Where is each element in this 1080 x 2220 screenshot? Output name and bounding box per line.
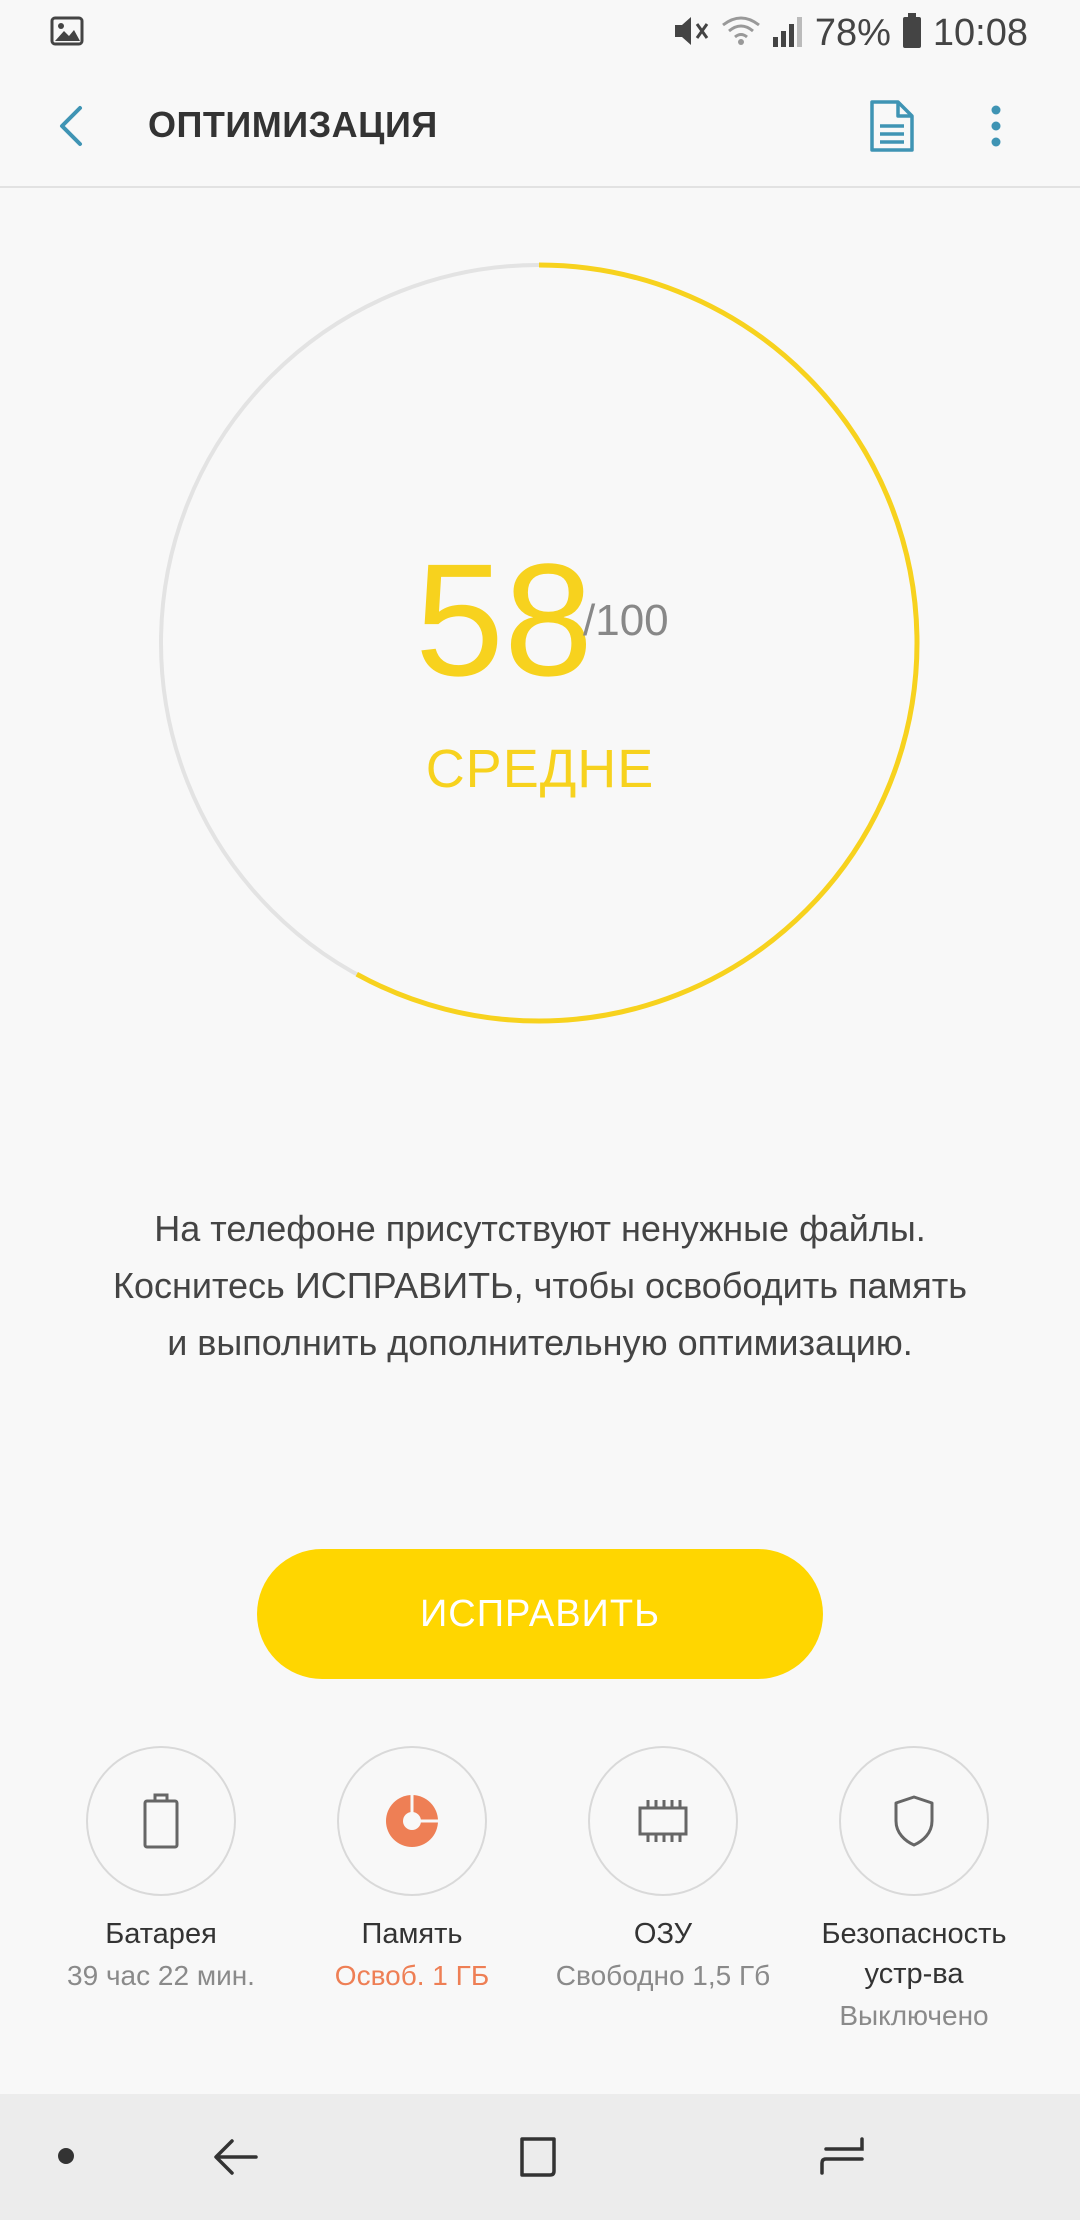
- optimization-message: На телефоне присутствуют ненужные файлы.…: [60, 1200, 1020, 1371]
- signal-icon: [771, 13, 805, 54]
- clock: 10:08: [932, 11, 1028, 54]
- storage-item-button[interactable]: [337, 1746, 487, 1896]
- image-notification-icon: [50, 16, 84, 51]
- storage-pie-icon: [386, 1794, 439, 1847]
- battery-item-button[interactable]: [86, 1746, 236, 1896]
- mute-icon: [671, 13, 711, 54]
- home-square-icon: [520, 2137, 556, 2177]
- score-value: 58: [415, 530, 593, 709]
- message-line-1: На телефоне присутствуют ненужные файлы.: [154, 1208, 926, 1249]
- message-line-2: Коснитесь ИСПРАВИТЬ, чтобы освободить па…: [112, 1265, 968, 1306]
- score-label: СРЕДНЕ: [425, 739, 655, 799]
- back-button[interactable]: [44, 96, 100, 156]
- dot-icon[interactable]: [58, 2148, 74, 2164]
- battery-icon: [143, 1793, 179, 1849]
- battery-icon: [901, 12, 923, 55]
- storage-item[interactable]: Память Освоб. 1 ГБ: [287, 1746, 537, 1996]
- battery-item[interactable]: Батарея 39 час 22 мин.: [36, 1746, 286, 1996]
- security-item-status: Выключено: [839, 2000, 989, 2031]
- page-title: ОПТИМИЗАЦИЯ: [148, 104, 438, 145]
- score-max: /100: [583, 596, 669, 645]
- ram-item-label: ОЗУ: [633, 1918, 693, 1950]
- battery-item-label: Батарея: [105, 1918, 217, 1950]
- memory-chip-icon: [638, 1800, 688, 1842]
- app-bar: ОПТИМИЗАЦИЯ: [0, 66, 1080, 188]
- more-options-button[interactable]: [968, 96, 1024, 156]
- security-item-label: Безопасность устр-ва: [789, 1914, 1039, 1994]
- wifi-icon: [721, 13, 761, 54]
- security-item-button[interactable]: [839, 1746, 989, 1896]
- storage-item-label: Память: [361, 1918, 463, 1950]
- ram-item-button[interactable]: [588, 1746, 738, 1896]
- ram-item[interactable]: ОЗУ Свободно 1,5 Гб: [538, 1746, 788, 1996]
- recents-icon: [820, 2137, 864, 2175]
- security-item[interactable]: Безопасность устр-ва Выключено: [789, 1746, 1039, 2036]
- status-bar: 78% 10:08: [0, 0, 1080, 66]
- security-item-label-line-1: Безопасность: [821, 1918, 1007, 1950]
- nav-recents-button[interactable]: [812, 2127, 872, 2187]
- security-item-label-line-2: устр-ва: [864, 1958, 964, 1990]
- back-arrow-icon: [214, 2139, 258, 2175]
- navigation-bar: [0, 2094, 1080, 2220]
- back-icon: [60, 106, 82, 146]
- ram-item-status: Свободно 1,5 Гб: [555, 1960, 771, 1991]
- storage-item-status: Освоб. 1 ГБ: [334, 1960, 490, 1991]
- battery-percent: 78%: [814, 11, 891, 54]
- report-button[interactable]: [862, 96, 922, 156]
- battery-item-status: 39 час 22 мин.: [67, 1960, 255, 1991]
- message-line-3: и выполнить дополнительную оптимизацию.: [167, 1322, 913, 1363]
- fix-button[interactable]: ИСПРАВИТЬ: [257, 1549, 823, 1679]
- more-options-icon: [991, 105, 1001, 147]
- nav-home-button[interactable]: [508, 2127, 568, 2187]
- nav-back-button[interactable]: [206, 2127, 266, 2187]
- report-icon: [870, 100, 914, 152]
- shield-icon: [894, 1795, 934, 1847]
